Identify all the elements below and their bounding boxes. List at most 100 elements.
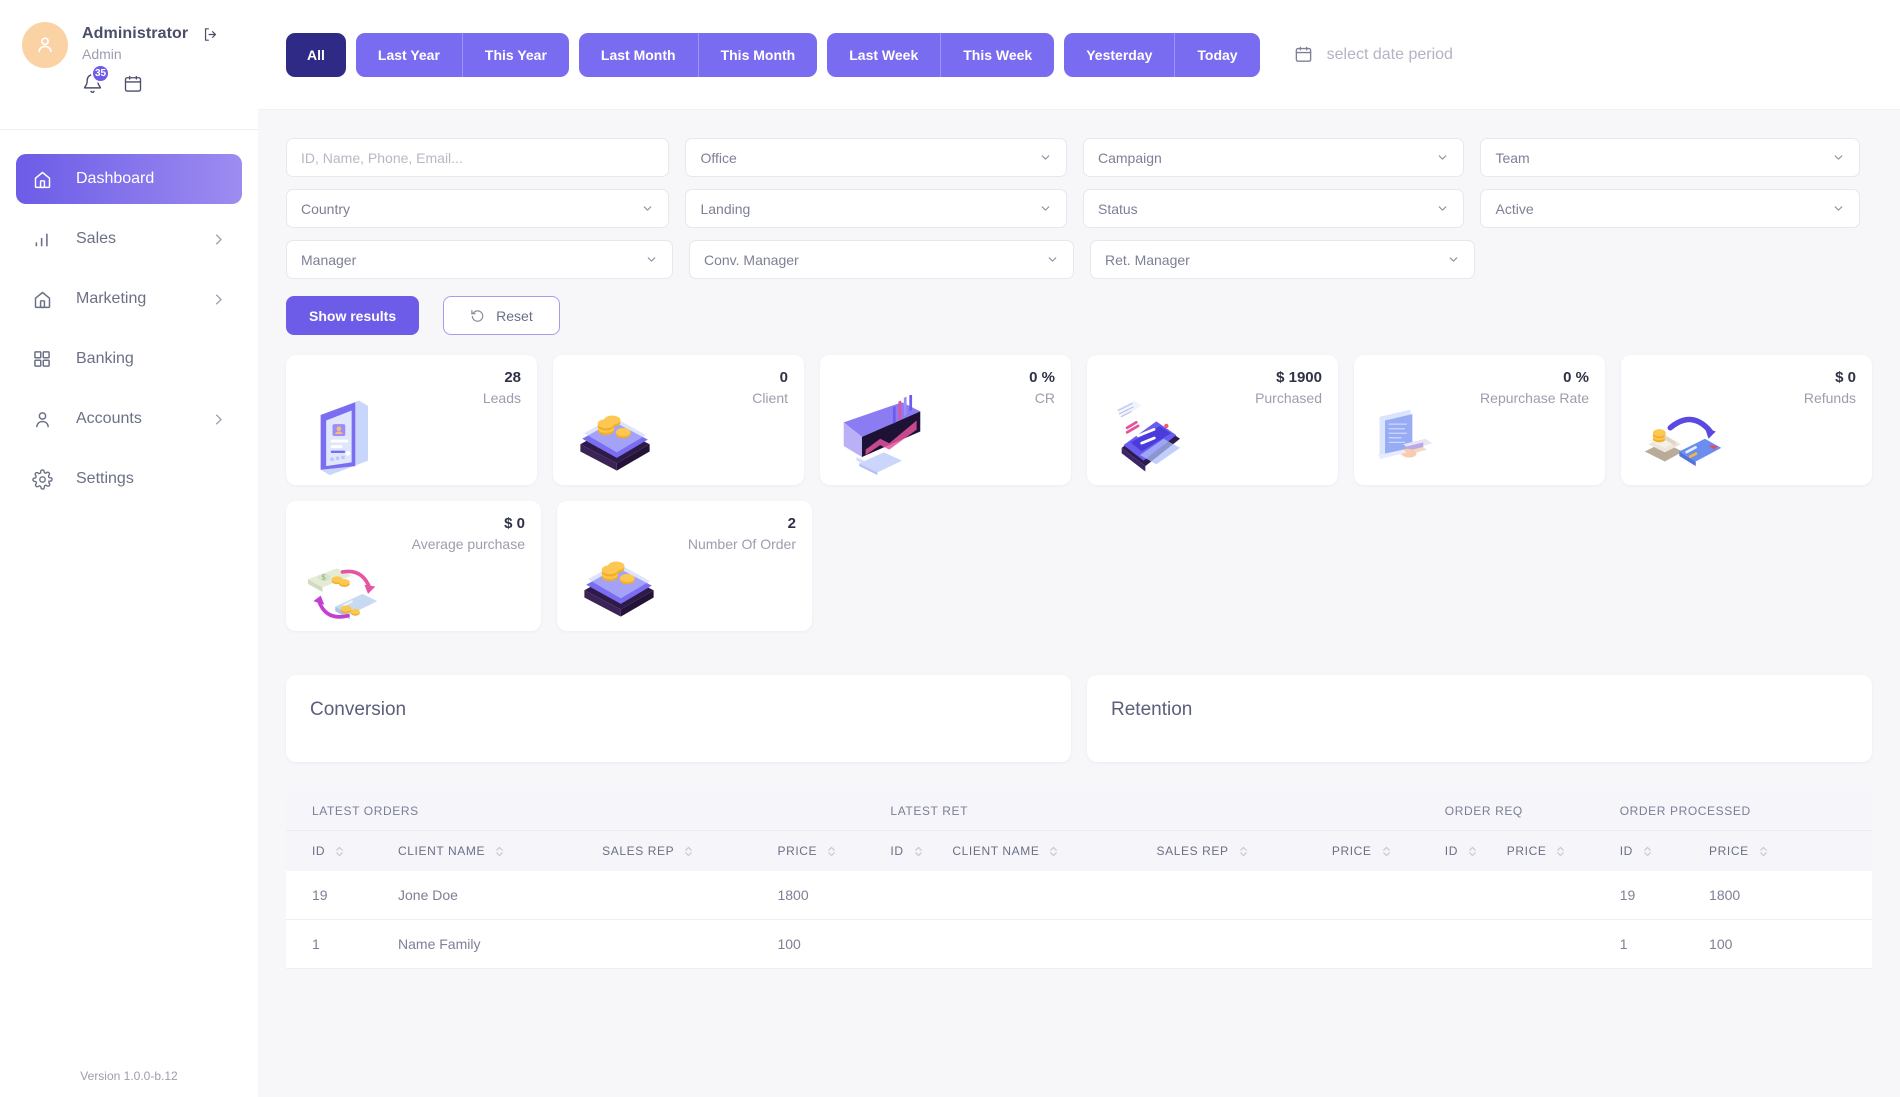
period-button-last-week[interactable]: Last Week bbox=[827, 33, 940, 77]
period-button-all[interactable]: All bbox=[286, 33, 346, 77]
show-results-button[interactable]: Show results bbox=[286, 296, 420, 335]
stat-card-repurchase-rate[interactable]: 0 % Repurchase Rate bbox=[1354, 355, 1605, 485]
col-ret-client-name[interactable]: CLIENT NAME bbox=[952, 830, 1157, 871]
group-latest-orders: LATEST ORDERS bbox=[286, 790, 891, 831]
col-orders-client-name[interactable]: CLIENT NAME bbox=[398, 830, 603, 871]
stat-label: Number Of Order bbox=[687, 536, 796, 552]
chevron-down-icon bbox=[1039, 151, 1052, 164]
col-ret-sales-rep[interactable]: SALES REP bbox=[1156, 830, 1332, 871]
search-placeholder: ID, Name, Phone, Email... bbox=[301, 149, 463, 166]
country-value: Country bbox=[301, 200, 351, 217]
stat-value: $ 0 bbox=[504, 515, 525, 532]
sidebar-item-settings[interactable]: Settings bbox=[16, 454, 242, 504]
col-processed-price[interactable]: PRICE bbox=[1709, 830, 1872, 871]
sort-icon bbox=[1643, 845, 1652, 858]
active-select[interactable]: Active bbox=[1480, 189, 1860, 228]
office-select[interactable]: Office bbox=[685, 138, 1067, 177]
notification-badge: 35 bbox=[91, 64, 111, 83]
manager-select[interactable]: Manager bbox=[286, 240, 673, 279]
chevron-down-icon bbox=[1039, 202, 1052, 215]
sort-icon bbox=[684, 845, 693, 858]
stat-label: Client bbox=[752, 390, 788, 406]
sidebar-item-banking[interactable]: Banking bbox=[16, 334, 242, 384]
sidebar-item-dashboard[interactable]: Dashboard bbox=[16, 154, 242, 204]
stat-card-number-of-order[interactable]: 2 Number Of Order bbox=[557, 501, 812, 631]
stat-card-refunds[interactable]: $ 0 Refunds bbox=[1621, 355, 1872, 485]
group-latest-ret: LATEST RET bbox=[890, 790, 1445, 831]
country-select[interactable]: Country bbox=[286, 189, 670, 228]
conv-manager-select[interactable]: Conv. Manager bbox=[689, 240, 1074, 279]
sidebar-item-accounts[interactable]: Accounts bbox=[16, 394, 242, 444]
col-ret-price[interactable]: PRICE bbox=[1331, 830, 1445, 871]
team-value: Team bbox=[1495, 149, 1530, 166]
date-period-picker[interactable]: select date period bbox=[1294, 45, 1453, 64]
period-button-last-year[interactable]: Last Year bbox=[356, 33, 462, 77]
stat-value: 2 bbox=[787, 515, 796, 532]
grid-icon bbox=[32, 349, 58, 369]
stat-cards: 28 Leads 0 Client 0 % CR $ 1900 Purchase… bbox=[258, 335, 1900, 631]
group-order-processed: ORDER PROCESSED bbox=[1619, 790, 1872, 831]
stat-value: $ 0 bbox=[1835, 369, 1856, 386]
col-req-price[interactable]: PRICE bbox=[1506, 830, 1620, 871]
team-select[interactable]: Team bbox=[1480, 138, 1860, 177]
filters-panel: ID, Name, Phone, Email... Office Campaig… bbox=[258, 110, 1900, 335]
table-row[interactable]: 1 Name Family 100 1 100 bbox=[286, 919, 1872, 969]
chevron-down-icon bbox=[1832, 151, 1845, 164]
period-group-month: Last Month This Month bbox=[578, 32, 818, 77]
period-button-today[interactable]: Today bbox=[1174, 32, 1259, 77]
filters-row-3: Manager Conv. Manager Ret. Manager bbox=[286, 240, 1860, 279]
profile-block: Administrator Admin 35 bbox=[0, 0, 258, 130]
stat-card-purchased[interactable]: $ 1900 Purchased bbox=[1087, 355, 1338, 485]
filters-row-2: Country Landing Status Active bbox=[286, 189, 1860, 228]
search-input[interactable]: ID, Name, Phone, Email... bbox=[286, 138, 670, 177]
refund-card-illustration bbox=[1644, 416, 1722, 467]
campaign-value: Campaign bbox=[1097, 149, 1162, 166]
sidebar-item-label: Accounts bbox=[76, 410, 142, 427]
campaign-select[interactable]: Campaign bbox=[1082, 138, 1465, 177]
conversion-panel: Conversion bbox=[286, 675, 1071, 762]
sidebar-item-marketing[interactable]: Marketing bbox=[16, 274, 242, 324]
period-button-this-month[interactable]: This Month bbox=[697, 32, 818, 77]
sort-icon bbox=[827, 845, 836, 858]
version-label: Version 1.0.0-b.12 bbox=[80, 1069, 178, 1083]
stat-row-2: $ 0 Average purchase $ 2 Number Of Order bbox=[286, 501, 1872, 631]
reset-button[interactable]: Reset bbox=[443, 296, 560, 335]
period-button-yesterday[interactable]: Yesterday bbox=[1064, 33, 1174, 77]
sidebar-item-sales[interactable]: Sales bbox=[16, 214, 242, 264]
stat-value: 28 bbox=[504, 369, 521, 386]
sort-icon bbox=[1759, 845, 1768, 858]
col-req-id[interactable]: ID bbox=[1444, 830, 1507, 871]
table-row[interactable]: 19 Jone Doe 1800 19 1800 bbox=[286, 871, 1872, 920]
stat-card-average-purchase[interactable]: $ 0 Average purchase $ bbox=[286, 501, 541, 631]
sort-icon bbox=[1382, 845, 1391, 858]
landing-value: Landing bbox=[700, 200, 751, 217]
col-ret-id[interactable]: ID bbox=[890, 830, 953, 871]
col-orders-price[interactable]: PRICE bbox=[777, 830, 891, 871]
phone-payment-illustration bbox=[1116, 400, 1180, 472]
sort-icon bbox=[1468, 845, 1477, 858]
sort-icon bbox=[495, 845, 504, 858]
retention-panel: Retention bbox=[1087, 675, 1872, 762]
period-button-last-month[interactable]: Last Month bbox=[579, 33, 698, 77]
col-processed-id[interactable]: ID bbox=[1619, 830, 1710, 871]
chart-panels: Conversion Retention bbox=[258, 647, 1900, 762]
landing-select[interactable]: Landing bbox=[685, 189, 1067, 228]
status-select[interactable]: Status bbox=[1082, 189, 1465, 228]
bell-icon[interactable]: 35 bbox=[82, 64, 111, 94]
period-button-this-week[interactable]: This Week bbox=[940, 32, 1054, 77]
logout-icon[interactable] bbox=[202, 26, 219, 43]
calendar-icon[interactable] bbox=[123, 74, 143, 94]
sort-icon bbox=[1556, 845, 1565, 858]
chevron-down-icon bbox=[1436, 151, 1449, 164]
stat-card-client[interactable]: 0 Client bbox=[553, 355, 804, 485]
user-avatar-icon bbox=[38, 37, 52, 53]
app-root: Administrator Admin 35 Dashboard Sales M… bbox=[0, 0, 1900, 1097]
home-icon bbox=[32, 289, 58, 310]
col-orders-sales-rep[interactable]: SALES REP bbox=[602, 830, 778, 871]
ret-manager-select[interactable]: Ret. Manager bbox=[1090, 240, 1475, 279]
period-button-this-year[interactable]: This Year bbox=[461, 32, 569, 77]
col-orders-id[interactable]: ID bbox=[286, 830, 399, 871]
svg-text:$: $ bbox=[322, 573, 326, 582]
stat-card-cr[interactable]: 0 % CR bbox=[820, 355, 1071, 485]
stat-card-leads[interactable]: 28 Leads bbox=[286, 355, 537, 485]
